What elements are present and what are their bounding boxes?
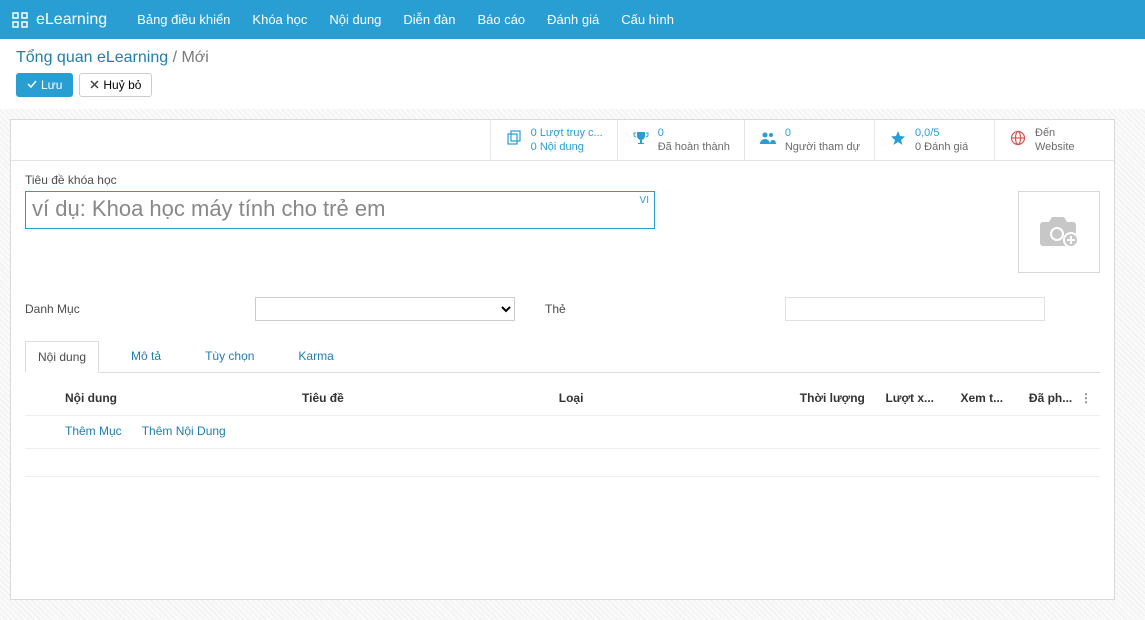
brand-area[interactable]: eLearning (12, 11, 107, 29)
stat-attendees[interactable]: 0 Người tham dự (744, 120, 874, 160)
empty-row (25, 449, 1100, 477)
nav-config[interactable]: Cấu hình (621, 12, 674, 27)
tab-karma[interactable]: Karma (286, 341, 345, 373)
nav-items: Bảng điều khiển Khóa học Nội dung Diễn đ… (137, 12, 674, 27)
close-icon (90, 78, 99, 92)
star-icon (889, 130, 907, 151)
stat-rating-bot: 0 Đánh giá (915, 140, 968, 154)
col-watched: Xem t... (934, 391, 1003, 405)
stat-done[interactable]: 0 Đã hoàn thành (617, 120, 744, 160)
col-title: Tiêu đề (302, 391, 559, 405)
tabs: Nội dung Mô tả Tùy chọn Karma (25, 341, 1100, 373)
add-row: Thêm Mục Thêm Nội Dung (25, 416, 1100, 449)
category-field: Danh Mục (25, 297, 515, 321)
stat-views-bot: 0 Nội dung (531, 140, 603, 154)
stat-site-bot: Website (1035, 140, 1075, 154)
discard-button[interactable]: Huỷ bỏ (79, 73, 152, 97)
stat-website[interactable]: Đến Website (994, 120, 1114, 160)
two-col: Danh Mục Thẻ (25, 297, 1100, 321)
nav-reviews[interactable]: Đánh giá (547, 12, 599, 27)
col-views: Lượt x... (865, 391, 934, 405)
title-input-wrap: VI (25, 191, 655, 229)
nav-reports[interactable]: Báo cáo (477, 12, 525, 27)
col-content: Nội dung (65, 391, 302, 405)
stat-attend-top: 0 (785, 126, 860, 140)
copy-icon (505, 130, 523, 151)
stat-spacer (11, 120, 490, 160)
breadcrumb-current: Mới (181, 49, 208, 66)
breadcrumb: Tổng quan eLearning / Mới (16, 49, 1129, 67)
tab-description[interactable]: Mô tả (119, 341, 173, 373)
stat-rating-top: 0,0/5 (915, 126, 968, 140)
tab-content[interactable]: Nội dung (25, 341, 99, 373)
action-row: Lưu Huỷ bỏ (0, 73, 1145, 109)
stat-done-top: 0 (658, 126, 730, 140)
check-icon (27, 78, 37, 92)
add-content-link[interactable]: Thêm Nội Dung (142, 424, 226, 438)
stat-site-top: Đến (1035, 126, 1075, 140)
content-table-header: Nội dung Tiêu đề Loại Thời lượng Lượt x.… (25, 381, 1100, 416)
top-navbar: eLearning Bảng điều khiển Khóa học Nội d… (0, 0, 1145, 39)
stat-views[interactable]: 0 Lượt truy c... 0 Nội dung (490, 120, 617, 160)
form-outer: 0 Lượt truy c... 0 Nội dung 0 Đã hoàn th… (0, 109, 1145, 620)
stat-done-bot: Đã hoàn thành (658, 140, 730, 154)
tags-field: Thẻ (545, 297, 1045, 321)
tail-space (25, 477, 1100, 587)
course-title-input[interactable] (25, 191, 655, 229)
image-upload[interactable] (1018, 191, 1100, 273)
stat-bar: 0 Lượt truy c... 0 Nội dung 0 Đã hoàn th… (11, 120, 1114, 161)
nav-courses[interactable]: Khóa học (252, 12, 307, 27)
form-body: Tiêu đề khóa học VI (11, 161, 1114, 599)
breadcrumb-root[interactable]: Tổng quan eLearning (16, 49, 168, 66)
save-label: Lưu (41, 78, 62, 92)
tab-options[interactable]: Tùy chọn (193, 341, 266, 373)
nav-forum[interactable]: Diễn đàn (403, 12, 455, 27)
tags-input[interactable] (785, 297, 1045, 321)
stat-rating[interactable]: 0,0/5 0 Đánh giá (874, 120, 994, 160)
col-more-icon[interactable]: ⋮ (1072, 391, 1092, 405)
users-icon (759, 131, 777, 150)
apps-icon (12, 12, 28, 28)
brand-text: eLearning (36, 11, 107, 29)
nav-content[interactable]: Nội dung (329, 12, 381, 27)
stat-attend-bot: Người tham dự (785, 140, 860, 154)
stat-views-top: 0 Lượt truy c... (531, 126, 603, 140)
discard-label: Huỷ bỏ (103, 78, 141, 92)
tags-label: Thẻ (545, 302, 585, 316)
add-section-link[interactable]: Thêm Mục (65, 424, 122, 438)
lang-badge[interactable]: VI (638, 195, 651, 206)
col-duration: Thời lượng (786, 391, 865, 405)
title-label: Tiêu đề khóa học (25, 173, 1100, 187)
camera-plus-icon (1037, 212, 1081, 253)
col-published: Đã ph... (1003, 391, 1072, 405)
trophy-icon (632, 130, 650, 151)
nav-dashboard[interactable]: Bảng điều khiển (137, 12, 230, 27)
globe-icon (1009, 130, 1027, 151)
category-label: Danh Mục (25, 302, 245, 316)
breadcrumb-row: Tổng quan eLearning / Mới (0, 39, 1145, 73)
title-row: VI (25, 191, 1100, 273)
col-type: Loại (559, 391, 786, 405)
save-button[interactable]: Lưu (16, 73, 73, 97)
form-card: 0 Lượt truy c... 0 Nội dung 0 Đã hoàn th… (10, 119, 1115, 600)
category-select[interactable] (255, 297, 515, 321)
